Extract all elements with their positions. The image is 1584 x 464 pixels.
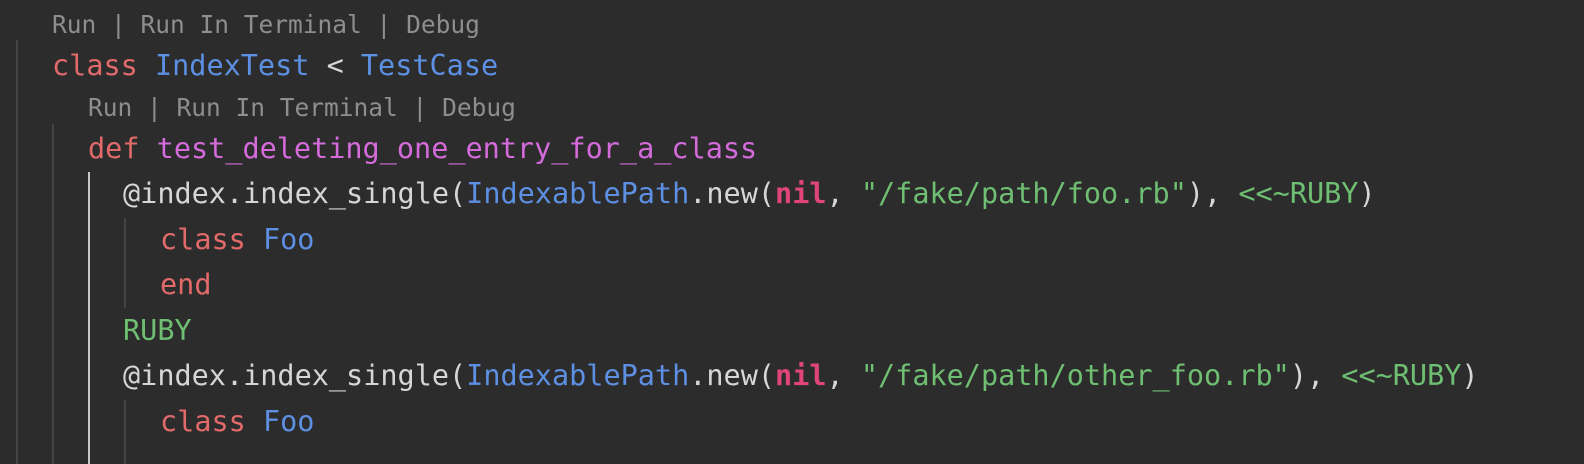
code-line-index-call-1: @index.index_single(IndexablePath.new(ni… bbox=[123, 174, 1376, 214]
heredoc-end: RUBY bbox=[123, 314, 192, 347]
keyword: class bbox=[52, 49, 138, 82]
close-paren: ), bbox=[1289, 359, 1342, 392]
nil-literal: nil bbox=[775, 359, 827, 392]
active-indent-guide bbox=[88, 172, 90, 464]
code-line-heredoc-class-2: class Foo bbox=[160, 402, 314, 442]
code-editor[interactable]: Run | Run In Terminal | Debug class Inde… bbox=[0, 0, 1584, 464]
keyword: def bbox=[88, 132, 140, 165]
keyword: class bbox=[160, 223, 246, 256]
code-line-heredoc-terminator: RUBY bbox=[123, 311, 192, 351]
codelens-method: Run | Run In Terminal | Debug bbox=[88, 93, 516, 123]
codelens-run-in-terminal-link[interactable]: Run In Terminal bbox=[141, 10, 362, 39]
code-line-class-def: class IndexTest < TestCase bbox=[52, 46, 498, 86]
operator: < bbox=[309, 49, 361, 82]
class-name: Foo bbox=[262, 223, 315, 256]
string-literal: "/fake/path/other_foo.rb" bbox=[860, 359, 1290, 392]
keyword: class bbox=[160, 405, 246, 438]
codelens-run-link[interactable]: Run bbox=[52, 10, 96, 39]
heredoc-start: <<~RUBY bbox=[1341, 359, 1462, 392]
codelens-class: Run | Run In Terminal | Debug bbox=[52, 10, 480, 40]
codelens-separator: | bbox=[361, 10, 407, 39]
codelens-run-in-terminal-link[interactable]: Run In Terminal bbox=[177, 93, 398, 122]
codelens-debug-link[interactable]: Debug bbox=[442, 93, 516, 122]
method-call: .new( bbox=[689, 359, 776, 392]
class-name: IndexTest bbox=[154, 49, 310, 82]
receiver-call: @index.index_single( bbox=[123, 177, 467, 210]
indent-guide bbox=[16, 40, 18, 464]
string-literal: "/fake/path/foo.rb" bbox=[860, 177, 1187, 210]
close-paren: ) bbox=[1358, 177, 1376, 210]
indent-guide bbox=[124, 218, 126, 308]
indent-guide bbox=[52, 124, 54, 464]
close-paren: ), bbox=[1186, 177, 1239, 210]
code-line-index-call-2: @index.index_single(IndexablePath.new(ni… bbox=[123, 356, 1479, 396]
method-call: .new( bbox=[689, 177, 776, 210]
code-line-method-def: def test_deleting_one_entry_for_a_class bbox=[88, 129, 757, 169]
heredoc-start: <<~RUBY bbox=[1238, 177, 1359, 210]
class-ref: IndexablePath bbox=[466, 359, 690, 392]
class-ref: IndexablePath bbox=[466, 177, 690, 210]
code-line-heredoc-end: end bbox=[160, 265, 211, 305]
comma: , bbox=[826, 177, 861, 210]
comma: , bbox=[826, 359, 861, 392]
codelens-separator: | bbox=[96, 10, 141, 39]
receiver-call: @index.index_single( bbox=[123, 359, 467, 392]
code-line-heredoc-class: class Foo bbox=[160, 220, 314, 260]
parent-class-name: TestCase bbox=[360, 49, 499, 82]
codelens-run-link[interactable]: Run bbox=[88, 93, 132, 122]
close-paren: ) bbox=[1461, 359, 1479, 392]
codelens-debug-link[interactable]: Debug bbox=[406, 10, 480, 39]
codelens-separator: | bbox=[397, 93, 443, 122]
indent-guide bbox=[124, 400, 126, 464]
codelens-separator: | bbox=[132, 93, 177, 122]
keyword: end bbox=[160, 268, 212, 301]
class-name: Foo bbox=[262, 405, 315, 438]
method-name: test_deleting_one_entry_for_a_class bbox=[156, 132, 758, 165]
nil-literal: nil bbox=[775, 177, 827, 210]
